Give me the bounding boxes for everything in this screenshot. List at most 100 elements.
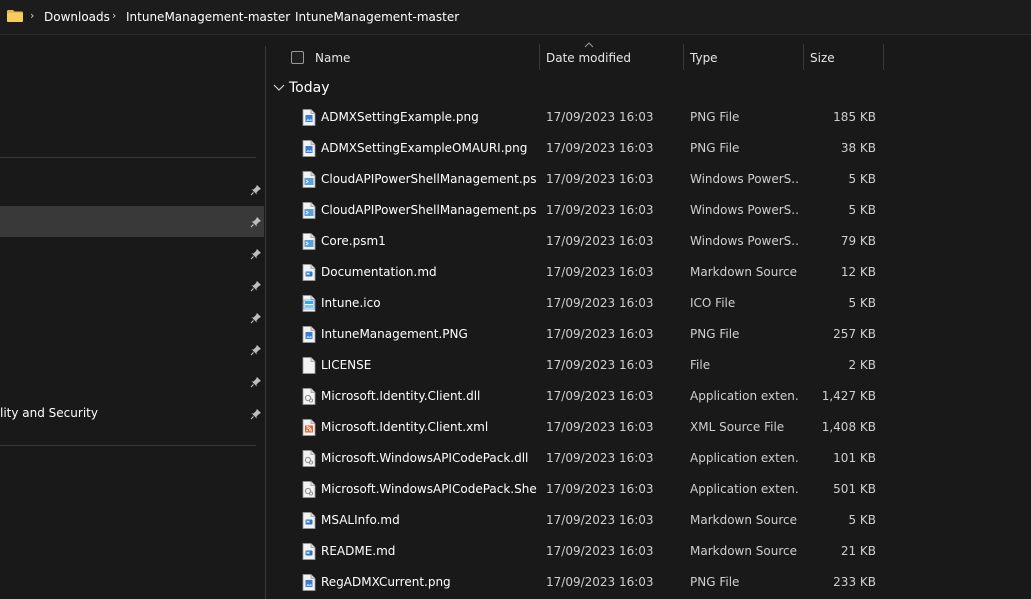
- breadcrumb-intunemanagement-master-current[interactable]: IntuneManagement-master: [295, 10, 459, 24]
- group-header-today[interactable]: Today: [289, 80, 330, 96]
- file-date-modified: 17/09/2023 16:03: [546, 451, 654, 465]
- file-type: Windows PowerS...: [690, 203, 798, 217]
- file-type: Windows PowerS...: [690, 172, 798, 186]
- column-header-size[interactable]: Size: [810, 51, 835, 65]
- file-row[interactable]: Microsoft.WindowsAPICodePack.Shell... 17/…: [270, 474, 1021, 505]
- file-type: Application exten...: [690, 482, 798, 496]
- file-row[interactable]: README.md 17/09/2023 16:03 Markdown Source…: [270, 536, 1021, 567]
- file-row[interactable]: IntuneManagement.PNG 17/09/2023 16:03 PNG …: [270, 319, 1021, 350]
- sidebar-item[interactable]: [0, 270, 264, 301]
- file-date-modified: 17/09/2023 16:03: [546, 203, 654, 217]
- sidebar-divider: [0, 445, 256, 446]
- markdown-file-icon: [302, 264, 316, 281]
- markdown-file-icon: [302, 543, 316, 560]
- file-row[interactable]: ADMXSettingExample.png 17/09/2023 16:03 PN…: [270, 102, 1021, 133]
- image-file-icon: [302, 140, 316, 157]
- file-date-modified: 17/09/2023 16:03: [546, 544, 654, 558]
- file-name: Microsoft.WindowsAPICodePack.Shell...: [321, 482, 537, 496]
- file-size: 5 KB: [848, 513, 876, 527]
- column-header-date-modified[interactable]: Date modified: [546, 51, 631, 65]
- image-file-icon: [302, 109, 316, 126]
- file-row[interactable]: MSALInfo.md 17/09/2023 16:03 Markdown Sour…: [270, 505, 1021, 536]
- sort-caret-icon: [584, 42, 594, 48]
- pin-icon: [250, 409, 261, 420]
- sidebar-item[interactable]: [0, 238, 264, 269]
- file-row[interactable]: ADMXSettingExampleOMAURI.png 17/09/2023 1…: [270, 133, 1021, 164]
- column-header-type[interactable]: Type: [690, 51, 718, 65]
- file-row[interactable]: RegADMXCurrent.png 17/09/2023 16:03 PNG Fi…: [270, 567, 1021, 598]
- file-date-modified: 17/09/2023 16:03: [546, 141, 654, 155]
- file-type: Application exten...: [690, 451, 798, 465]
- file-type: Windows PowerS...: [690, 234, 798, 248]
- ico-file-icon: [302, 295, 316, 312]
- file-row[interactable]: Microsoft.Identity.Client.xml 17/09/2023 …: [270, 412, 1021, 443]
- sidebar-item-label: lity and Security: [0, 406, 98, 420]
- chevron-right-icon[interactable]: ›: [30, 9, 34, 22]
- chevron-down-icon[interactable]: [273, 83, 285, 93]
- file-size: 501 KB: [833, 482, 876, 496]
- sidebar-item[interactable]: [0, 334, 264, 365]
- file-size: 5 KB: [848, 203, 876, 217]
- file-row[interactable]: CloudAPIPowerShellManagement.psd1 17/09/2…: [270, 164, 1021, 195]
- file-row[interactable]: LICENSE 17/09/2023 16:03 File 2 KB: [270, 350, 1021, 381]
- file-row[interactable]: CloudAPIPowerShellManagement.psm1 17/09/2…: [270, 195, 1021, 226]
- select-all-checkbox[interactable]: [291, 51, 304, 64]
- pane-divider[interactable]: [265, 46, 266, 599]
- file-type: File: [690, 358, 711, 372]
- file-row[interactable]: Core.psm1 17/09/2023 16:03 Windows PowerS.…: [270, 226, 1021, 257]
- address-bar[interactable]: › Downloads › IntuneManagement-master › …: [0, 0, 1031, 35]
- dll-file-icon: [302, 388, 316, 405]
- column-divider[interactable]: [539, 44, 540, 70]
- file-date-modified: 17/09/2023 16:03: [546, 575, 654, 589]
- column-divider[interactable]: [683, 44, 684, 70]
- file-size: 2 KB: [848, 358, 876, 372]
- breadcrumb-intunemanagement-master[interactable]: IntuneManagement-master: [126, 10, 290, 24]
- pin-icon: [250, 281, 261, 292]
- file-size: 5 KB: [848, 172, 876, 186]
- dll-file-icon: [302, 481, 316, 498]
- file-size: 12 KB: [840, 265, 876, 279]
- sidebar-item[interactable]: [0, 206, 264, 237]
- file-row[interactable]: Intune.ico 17/09/2023 16:03 ICO File 5 KB: [270, 288, 1021, 319]
- file-name: CloudAPIPowerShellManagement.psm1: [321, 203, 537, 217]
- folder-icon: [7, 10, 23, 22]
- image-file-icon: [302, 326, 316, 343]
- chevron-right-icon[interactable]: ›: [281, 9, 285, 22]
- breadcrumb-downloads[interactable]: Downloads: [44, 10, 110, 24]
- pin-icon: [250, 313, 261, 324]
- file-name: ADMXSettingExample.png: [321, 110, 479, 124]
- sidebar-item[interactable]: [0, 366, 264, 397]
- column-divider[interactable]: [803, 44, 804, 70]
- file-type: Markdown Source...: [690, 544, 798, 558]
- sidebar-item[interactable]: lity and Security: [0, 398, 264, 429]
- file-row[interactable]: Microsoft.Identity.Client.dll 17/09/2023 …: [270, 381, 1021, 412]
- column-header-name[interactable]: Name: [315, 51, 350, 65]
- file-type: Markdown Source...: [690, 513, 798, 527]
- file-date-modified: 17/09/2023 16:03: [546, 420, 654, 434]
- column-divider[interactable]: [883, 44, 884, 70]
- file-name: ADMXSettingExampleOMAURI.png: [321, 141, 528, 155]
- markdown-file-icon: [302, 512, 316, 529]
- file-name: Microsoft.Identity.Client.dll: [321, 389, 481, 403]
- powershell-file-icon: [302, 233, 316, 250]
- file-size: 1,427 KB: [821, 389, 876, 403]
- pin-icon: [250, 345, 261, 356]
- file-row[interactable]: Documentation.md 17/09/2023 16:03 Markdown…: [270, 257, 1021, 288]
- file-size: 233 KB: [833, 575, 876, 589]
- pin-icon: [250, 217, 261, 228]
- sidebar-item[interactable]: [0, 174, 264, 205]
- pin-icon: [250, 377, 261, 388]
- file-date-modified: 17/09/2023 16:03: [546, 296, 654, 310]
- xml-file-icon: [302, 419, 316, 436]
- file-size: 101 KB: [833, 451, 876, 465]
- file-date-modified: 17/09/2023 16:03: [546, 265, 654, 279]
- file-row[interactable]: Microsoft.WindowsAPICodePack.dll 17/09/20…: [270, 443, 1021, 474]
- chevron-right-icon[interactable]: ›: [112, 9, 116, 22]
- sidebar-item[interactable]: [0, 302, 264, 333]
- file-size: 38 KB: [840, 141, 876, 155]
- file-date-modified: 17/09/2023 16:03: [546, 172, 654, 186]
- file-name: CloudAPIPowerShellManagement.psd1: [321, 172, 537, 186]
- file-name: Microsoft.WindowsAPICodePack.dll: [321, 451, 529, 465]
- file-type: PNG File: [690, 327, 740, 341]
- file-type: XML Source File: [690, 420, 785, 434]
